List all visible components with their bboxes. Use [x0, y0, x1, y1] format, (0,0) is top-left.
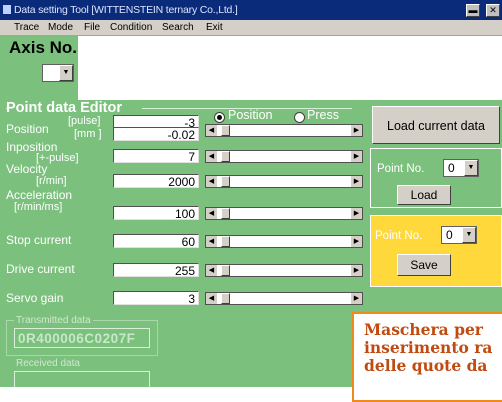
load-button[interactable]: Load — [397, 185, 451, 205]
save-point-select[interactable]: 0 ▼ — [441, 226, 477, 244]
position-mm-field[interactable]: -0.02 — [113, 127, 199, 142]
servo-gain-field[interactable]: 3 — [113, 291, 199, 306]
transmitted-title: Transmitted data — [14, 315, 93, 326]
load-point-label: Point No. — [377, 163, 425, 175]
label-drive-current: Drive current — [6, 262, 75, 276]
slider-left-arrow-icon[interactable]: ◀ — [206, 265, 217, 276]
top-blank-area — [78, 36, 502, 100]
slider-left-arrow-icon[interactable]: ◀ — [206, 151, 217, 162]
callout-line-3: delle quote da — [364, 356, 488, 375]
callout-line-1: Maschera per — [364, 320, 483, 339]
unit-pulse: [pulse] — [68, 115, 101, 127]
radio-position[interactable] — [214, 112, 225, 123]
axis-panel: Axis No. ▼ — [6, 36, 78, 100]
drive-current-field[interactable]: 255 — [113, 263, 199, 278]
radio-press-label: Press — [307, 108, 339, 122]
chevron-down-icon[interactable]: ▼ — [464, 160, 478, 176]
slider-thumb[interactable] — [221, 293, 230, 304]
slider-left-arrow-icon[interactable]: ◀ — [206, 176, 217, 187]
save-point-label: Point No. — [375, 230, 423, 242]
inposition-field[interactable]: 7 — [113, 149, 199, 164]
stop-current-field[interactable]: 60 — [113, 234, 199, 249]
velocity-field[interactable]: 2000 — [113, 174, 199, 189]
slider-right-arrow-icon[interactable]: ▶ — [351, 151, 362, 162]
axis-title: Axis No. — [9, 38, 78, 57]
acceleration-slider[interactable]: ◀ ▶ — [205, 207, 363, 220]
menu-mode[interactable]: Mode — [48, 20, 73, 35]
slider-left-arrow-icon[interactable]: ◀ — [206, 208, 217, 219]
stop-current-slider[interactable]: ◀ ▶ — [205, 235, 363, 248]
menu-exit[interactable]: Exit — [206, 20, 223, 35]
label-stop-current: Stop current — [6, 233, 72, 247]
title-bar: Data setting Tool [WITTENSTEIN ternary C… — [0, 0, 502, 20]
chevron-down-icon[interactable]: ▼ — [462, 227, 476, 243]
slider-thumb[interactable] — [221, 125, 230, 136]
unit-velocity: [r/min] — [36, 175, 67, 187]
label-velocity: Velocity — [6, 162, 48, 176]
close-button[interactable]: ✕ — [486, 4, 500, 17]
slider-left-arrow-icon[interactable]: ◀ — [206, 236, 217, 247]
menu-condition[interactable]: Condition — [110, 20, 152, 35]
received-title: Received data — [14, 358, 82, 369]
slider-right-arrow-icon[interactable]: ▶ — [351, 176, 362, 187]
window-title: Data setting Tool [WITTENSTEIN ternary C… — [14, 4, 238, 16]
load-panel: Point No. 0 ▼ Load — [370, 148, 502, 208]
slider-right-arrow-icon[interactable]: ▶ — [351, 265, 362, 276]
received-value — [14, 371, 150, 387]
chevron-down-icon[interactable]: ▼ — [59, 65, 73, 81]
editor-title: Point data Editor — [6, 100, 122, 116]
label-position: Position — [6, 122, 49, 136]
axis-select[interactable]: ▼ — [42, 64, 74, 82]
slider-right-arrow-icon[interactable]: ▶ — [351, 208, 362, 219]
radio-position-label: Position — [228, 108, 273, 122]
slider-thumb[interactable] — [221, 176, 230, 187]
drive-current-slider[interactable]: ◀ ▶ — [205, 264, 363, 277]
radio-press[interactable] — [294, 112, 305, 123]
slider-left-arrow-icon[interactable]: ◀ — [206, 293, 217, 304]
servo-gain-slider[interactable]: ◀ ▶ — [205, 292, 363, 305]
app-icon — [3, 5, 11, 14]
slider-thumb[interactable] — [221, 151, 230, 162]
slider-right-arrow-icon[interactable]: ▶ — [351, 236, 362, 247]
callout-box: Maschera per inserimento ra delle quote … — [352, 312, 502, 402]
callout-line-2: inserimento ra — [364, 338, 493, 357]
slider-thumb[interactable] — [221, 265, 230, 276]
save-point-value: 0 — [446, 228, 453, 242]
label-acceleration: Acceleration — [6, 188, 73, 202]
load-current-data-button[interactable]: Load current data — [372, 106, 500, 144]
load-point-select[interactable]: 0 ▼ — [443, 159, 479, 177]
save-button[interactable]: Save — [397, 254, 451, 276]
slider-thumb[interactable] — [221, 208, 230, 219]
acceleration-field[interactable]: 100 — [113, 206, 199, 221]
unit-acceleration: [r/min/ms] — [14, 201, 63, 213]
menu-file[interactable]: File — [84, 20, 100, 35]
menu-search[interactable]: Search — [162, 20, 194, 35]
save-panel: Point No. 0 ▼ Save — [370, 215, 502, 287]
inposition-slider[interactable]: ◀ ▶ — [205, 150, 363, 163]
load-point-value: 0 — [448, 161, 455, 175]
slider-left-arrow-icon[interactable]: ◀ — [206, 125, 217, 136]
menu-trace[interactable]: Trace — [14, 20, 39, 35]
velocity-slider[interactable]: ◀ ▶ — [205, 175, 363, 188]
transmitted-value: 0R400006C0207F — [14, 328, 150, 348]
unit-mm: [mm ] — [74, 128, 102, 140]
slider-thumb[interactable] — [221, 236, 230, 247]
slider-right-arrow-icon[interactable]: ▶ — [351, 293, 362, 304]
position-slider[interactable]: ◀ ▶ — [205, 124, 363, 137]
menu-bar: Trace Mode File Condition Search Exit — [0, 20, 502, 35]
minimize-button[interactable]: ▬ — [466, 4, 480, 17]
slider-right-arrow-icon[interactable]: ▶ — [351, 125, 362, 136]
label-servo-gain: Servo gain — [6, 291, 64, 305]
